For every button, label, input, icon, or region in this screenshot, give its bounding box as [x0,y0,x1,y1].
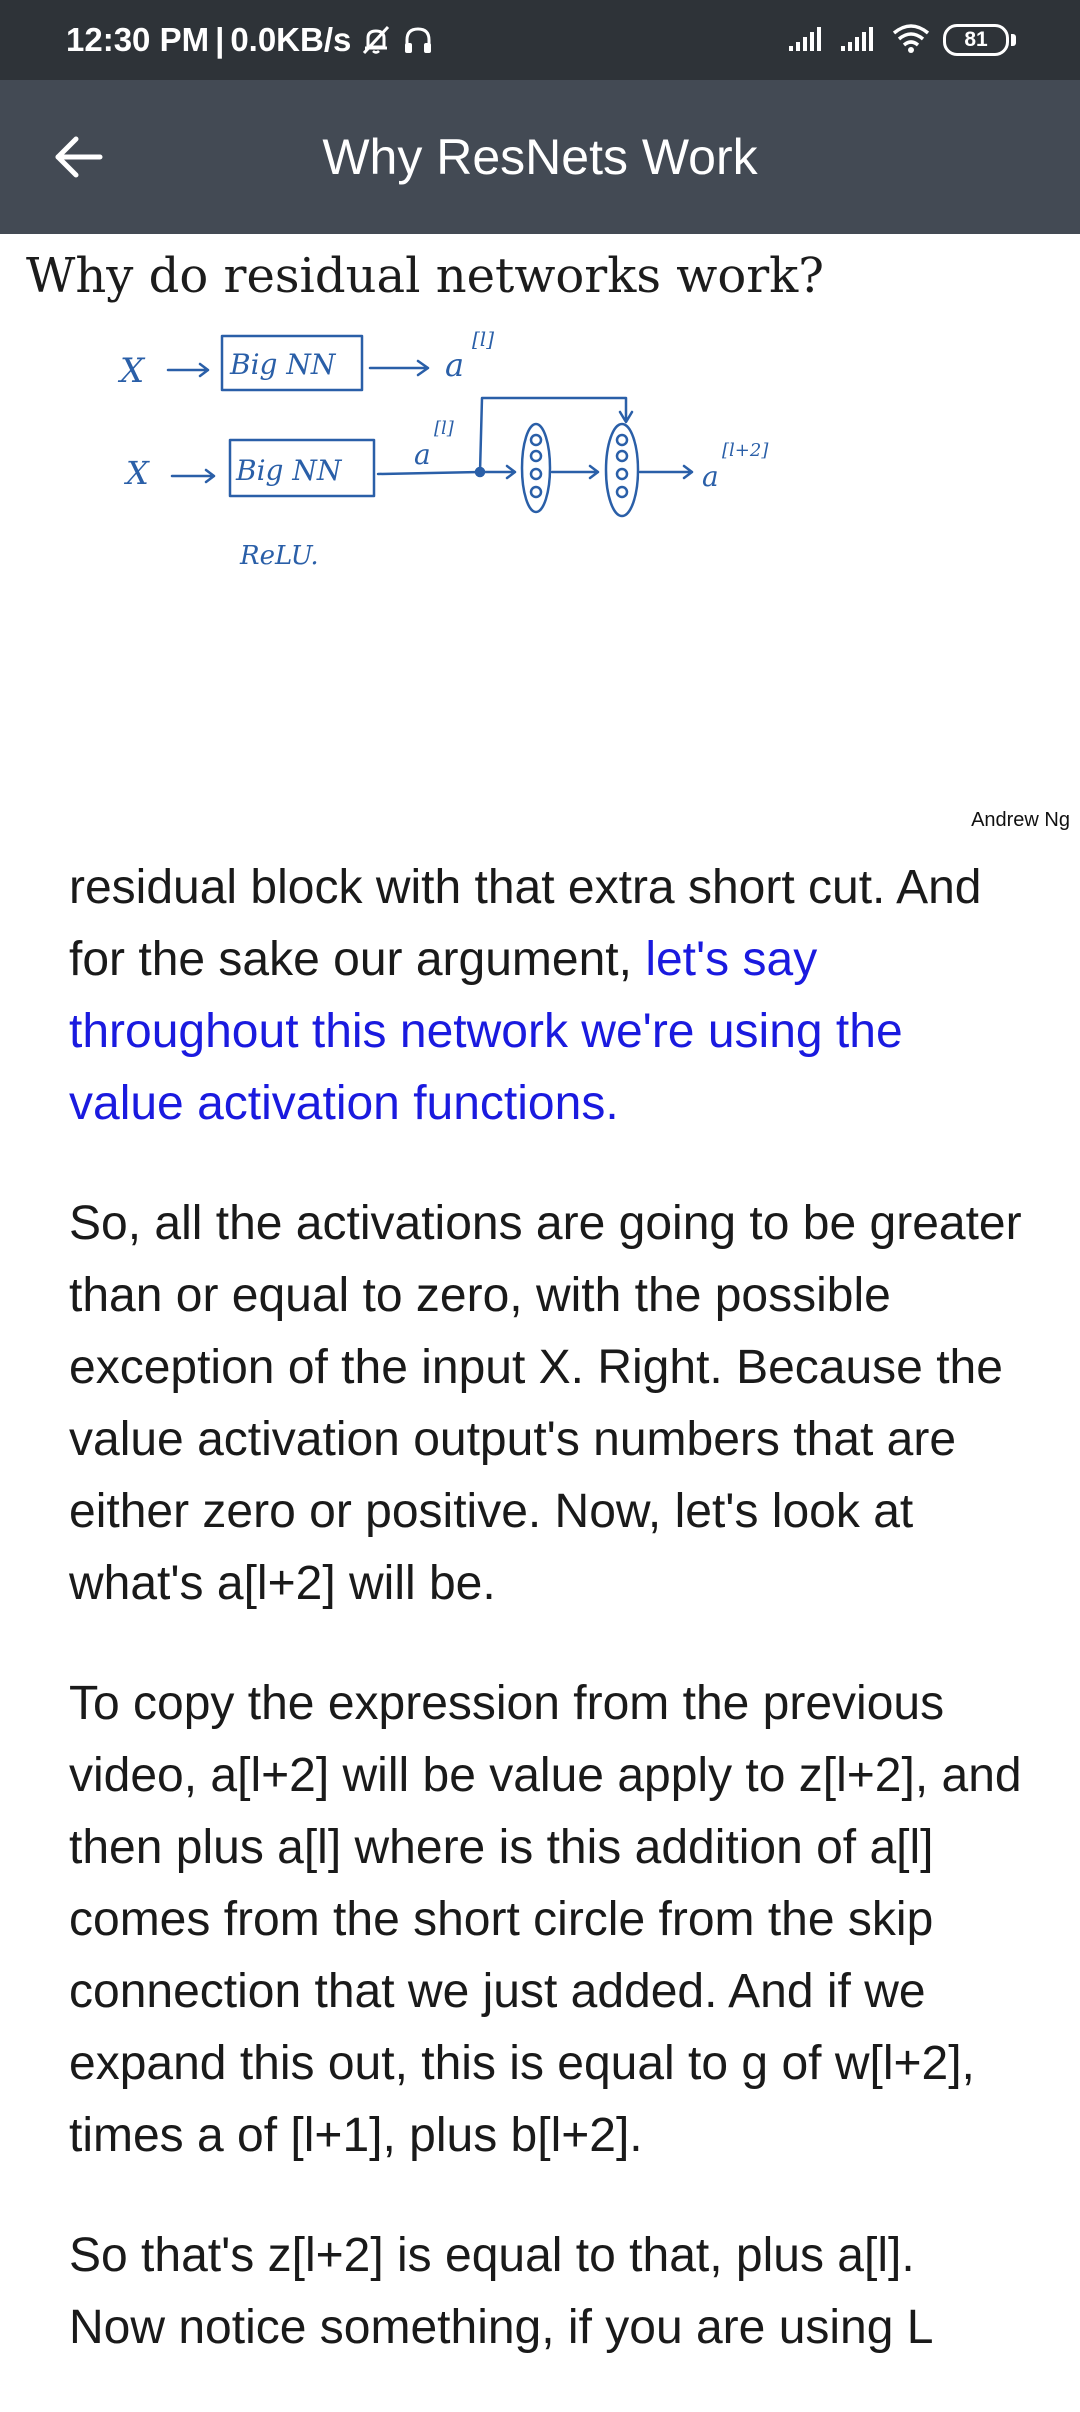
diagram-box1-label: Big NN [229,348,337,381]
transcript-text: So that's z[l+2] is equal to that, plus … [69,2229,915,2282]
signal-icon [787,24,827,57]
status-left: 12:30 PM | 0.0KB/s [66,0,435,80]
slide-credit: Andrew Ng [971,809,1070,831]
battery-level: 81 [943,24,1009,56]
mute-icon [359,23,393,57]
status-time: 12:30 PM [66,21,210,58]
diagram-sup2: [l] [434,418,455,439]
status-bar: 12:30 PM | 0.0KB/s 81 [0,0,1080,80]
transcript-paragraph[interactable]: So, all the activations are going to be … [69,1188,1029,1620]
handwritten-diagram: X Big NN a [l] X Big NN a [l] a [l+2] Re… [117,327,769,571]
transcript-paragraph: residual block with that extra short cut… [69,852,1029,1140]
diagram-box2-label: Big NN [235,454,343,487]
transcript-paragraph[interactable]: So that's z[l+2] is equal to that, plus … [69,2220,1029,2364]
diagram-x1: X [117,351,146,391]
status-right: 81 [787,0,1016,80]
diagram-sup1: [l] [472,327,494,351]
transcript: residual block with that extra short cut… [69,852,1029,2412]
signal-icon [839,24,879,57]
battery-icon: 81 [943,24,1016,56]
lecture-slide[interactable]: Why do residual networks work? X Big NN … [0,234,1080,846]
transcript-text: residual block with that extra short cut… [69,861,982,986]
diagram-relu: ReLU. [239,541,319,571]
diagram-a3: a [702,460,719,493]
status-separator: | [215,21,225,58]
transcript-text-partial: Now notice something, if you are using L [69,2301,934,2354]
battery-tip [1011,34,1016,46]
network-speed: 0.0KB/s [230,21,352,58]
app-bar: Why ResNets Work [0,80,1080,234]
diagram-a2: a [414,438,431,471]
diagram-a1: a [445,346,464,384]
wifi-icon [891,23,931,58]
page-title: Why ResNets Work [322,129,758,185]
diagram-sup3: [l+2] [722,440,769,461]
transcript-paragraph[interactable]: To copy the expression from the previous… [69,1668,1029,2172]
diagram-x2: X [123,454,150,492]
headphones-icon [401,23,435,57]
